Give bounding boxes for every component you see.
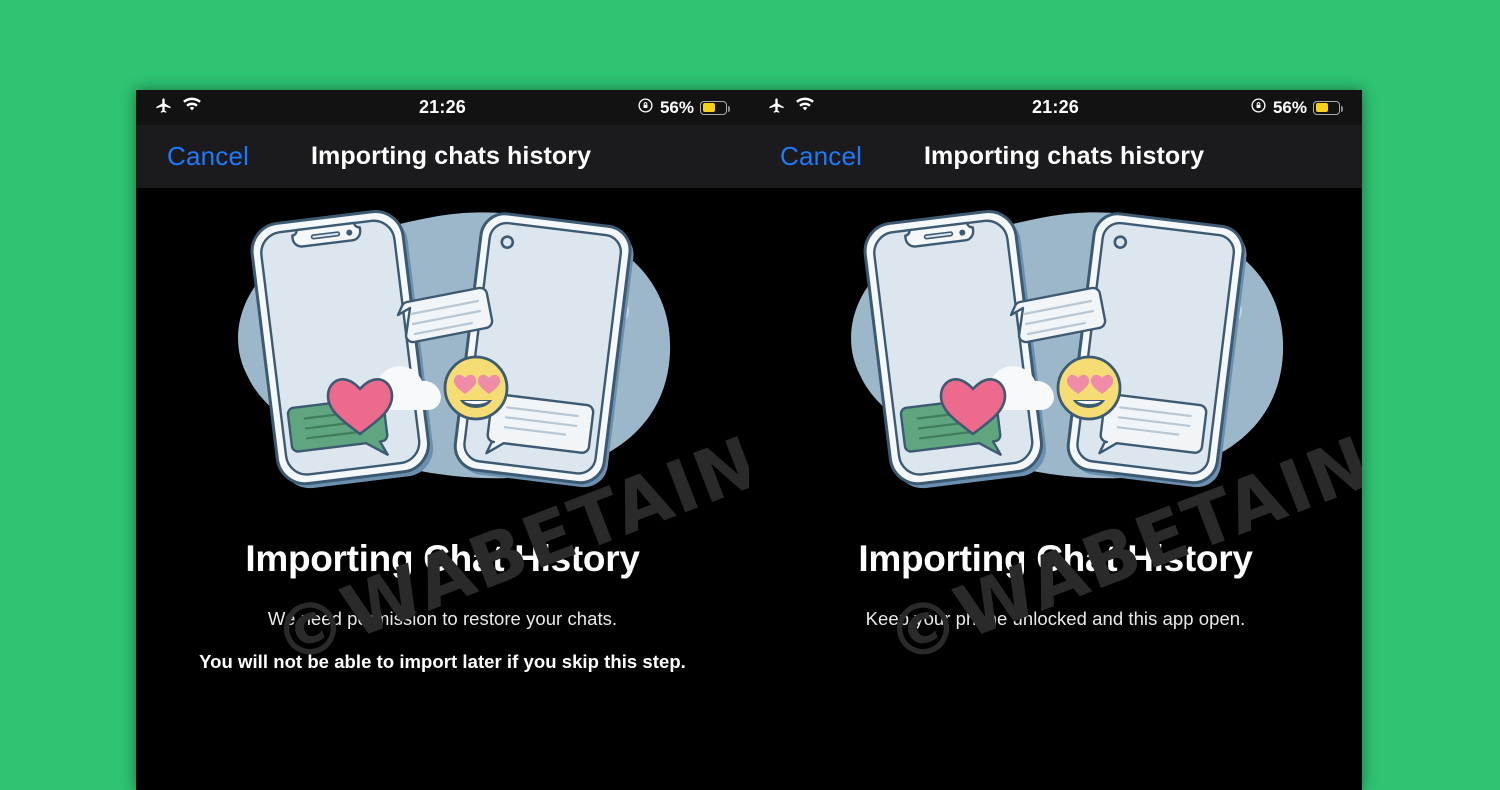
- phone-screen-permission-screen: 21:26 56% Cancel Importing chats history: [136, 90, 749, 790]
- status-bar-right: 56%: [637, 97, 731, 119]
- page-title: Importing chats history: [924, 142, 1205, 170]
- battery-fill: [702, 103, 715, 112]
- phone-screen-progress-screen: 21:26 56% Cancel Importing chats history: [749, 90, 1362, 790]
- status-bar: 21:26 56%: [749, 90, 1362, 125]
- battery-percent-label: 56%: [1272, 97, 1307, 117]
- airplane-mode-icon: [767, 96, 786, 120]
- cancel-button[interactable]: Cancel: [780, 141, 862, 172]
- cancel-button[interactable]: Cancel: [167, 141, 249, 172]
- chat-transfer-illustration: [237, 210, 670, 489]
- android-phone: [453, 212, 634, 488]
- status-bar: 21:26 56%: [136, 90, 749, 125]
- screen-warning: You will not be able to import later if …: [199, 650, 686, 672]
- nav-bar: Cancel Importing chats history: [749, 125, 1362, 188]
- iphone-with-notch: [863, 210, 1046, 489]
- rotation-lock-icon: [1250, 97, 1267, 119]
- copy-block: Importing Chat History Keep your phone u…: [749, 538, 1362, 630]
- battery-percent-label: 56%: [659, 97, 694, 117]
- dual-screenshot-frame: 21:26 56% Cancel Importing chats history: [136, 90, 1362, 790]
- wifi-icon: [795, 97, 815, 118]
- android-phone: [1066, 212, 1247, 488]
- wifi-icon: [182, 97, 202, 118]
- battery-icon: [1313, 100, 1344, 115]
- airplane-mode-icon: [154, 96, 173, 120]
- page-title: Importing chats history: [311, 142, 592, 170]
- screen-subtitle: Keep your phone unlocked and this app op…: [865, 607, 1246, 629]
- screen-subtitle: We need permission to restore your chats…: [267, 607, 618, 629]
- status-bar-right: 56%: [1250, 97, 1344, 119]
- battery-icon: [700, 100, 731, 115]
- iphone-with-notch: [250, 210, 433, 489]
- rotation-lock-icon: [637, 97, 654, 119]
- screen-body: ©WABETAINFO: [136, 188, 749, 790]
- heart-eyes-emoji: [1056, 355, 1121, 421]
- status-bar-left: [767, 96, 815, 120]
- nav-bar: Cancel Importing chats history: [136, 125, 749, 188]
- battery-fill: [1315, 103, 1328, 112]
- screen-body: ©WABETAINFO: [749, 188, 1362, 790]
- chat-transfer-illustration: [850, 210, 1283, 489]
- copy-block: Importing Chat History We need permissio…: [136, 538, 749, 673]
- screen-heading: Importing Chat History: [245, 538, 640, 579]
- heart-eyes-emoji: [443, 355, 508, 421]
- status-bar-left: [154, 96, 202, 120]
- screen-heading: Importing Chat History: [858, 538, 1253, 579]
